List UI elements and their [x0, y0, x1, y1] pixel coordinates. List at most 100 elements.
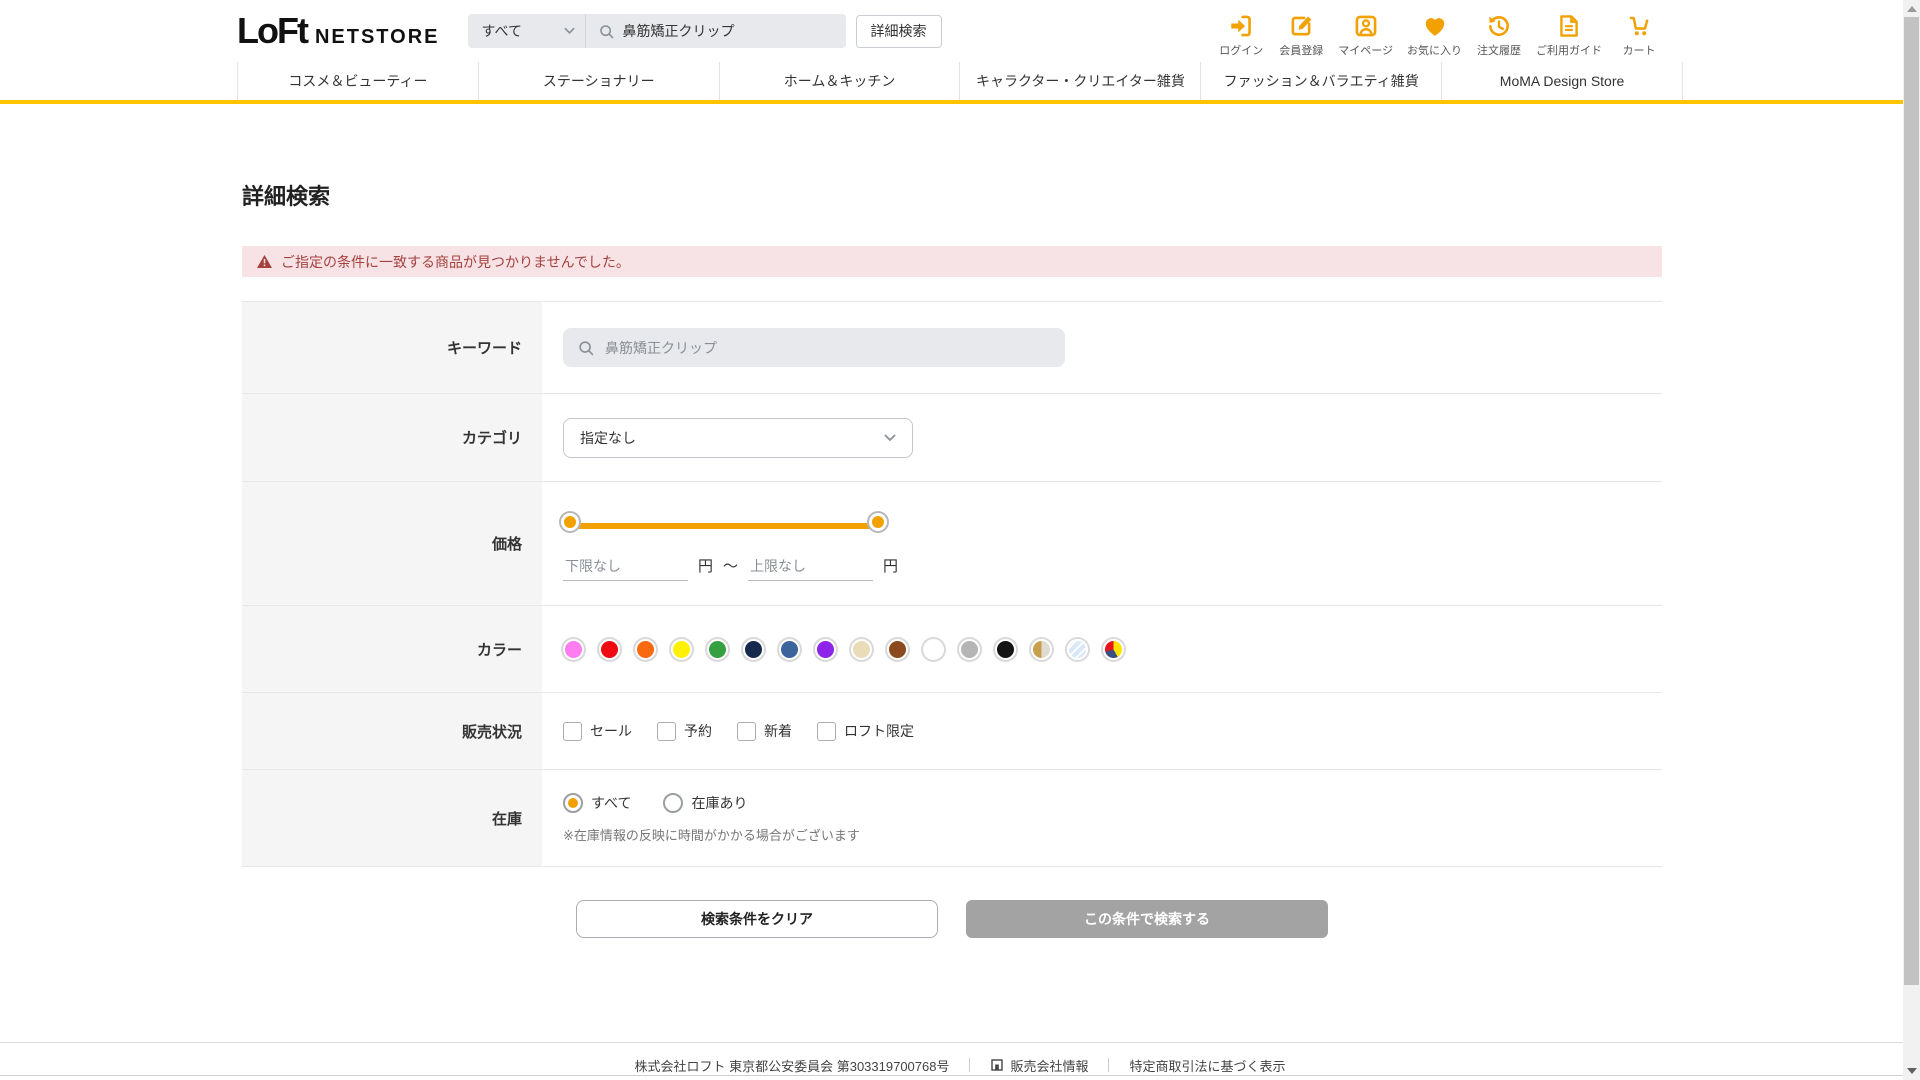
- sales-status-label: 販売状況: [242, 693, 542, 769]
- footer-commercial-law-label: 特定商取引法に基づく表示: [1129, 1058, 1286, 1074]
- cart-link[interactable]: カート: [1616, 13, 1662, 58]
- clear-conditions-button[interactable]: 検索条件をクリア: [576, 900, 938, 938]
- chevron-down-icon: [564, 27, 574, 35]
- category-row: カテゴリ 指定なし: [242, 394, 1662, 482]
- checkbox-reservation[interactable]: 予約: [657, 721, 712, 741]
- color-swatch-black[interactable]: [995, 638, 1016, 660]
- sales-status-row: 販売状況 セール 予約 新着 ロフト限定: [242, 693, 1662, 770]
- login-icon: [1231, 15, 1252, 37]
- sales-status-options: セール 予約 新着 ロフト限定: [563, 721, 1662, 741]
- keyword-input[interactable]: [605, 339, 1025, 356]
- stock-options: すべて 在庫あり: [563, 792, 1662, 813]
- color-swatch-purple[interactable]: [815, 638, 836, 660]
- logo-netstore-text: NETSTORE: [314, 26, 440, 48]
- page-title: 詳細検索: [242, 184, 331, 209]
- header-search-field: [586, 23, 846, 40]
- color-swatch-multicolor[interactable]: [1103, 638, 1124, 660]
- color-swatch-orange[interactable]: [635, 638, 656, 660]
- checkbox-sale-box[interactable]: [563, 721, 582, 741]
- checkbox-reservation-box[interactable]: [657, 721, 676, 741]
- price-max-input[interactable]: [748, 555, 874, 581]
- footer-divider: [1108, 1058, 1110, 1072]
- page-scrollbar[interactable]: [1903, 0, 1920, 1080]
- price-inputs: 円 ～ 円: [563, 555, 1662, 581]
- price-slider-track[interactable]: [563, 522, 885, 529]
- keyword-label: キーワード: [242, 302, 542, 393]
- building-icon: [991, 1059, 1004, 1071]
- favorites-link[interactable]: お気に入り: [1407, 13, 1462, 58]
- keyword-row: キーワード: [242, 302, 1662, 394]
- color-swatch-gray[interactable]: [959, 638, 980, 660]
- search-with-conditions-button[interactable]: この条件で検索する: [966, 900, 1328, 938]
- checkbox-loft-limited-label: ロフト限定: [844, 723, 914, 739]
- color-swatch-clear[interactable]: [1067, 638, 1088, 660]
- price-min-input[interactable]: [563, 555, 688, 581]
- checkbox-new-box[interactable]: [737, 721, 756, 741]
- footer-company-text: 株式会社ロフト 東京都公安委員会 第303319700768号: [634, 1058, 950, 1074]
- footer-commercial-law-link[interactable]: 特定商取引法に基づく表示: [1129, 1056, 1285, 1075]
- category-nav: コスメ＆ビューティー ステーショナリー ホーム＆キッチン キャラクター・クリエイ…: [237, 62, 1683, 100]
- color-swatch-brown[interactable]: [887, 638, 908, 660]
- stock-note: ※在庫情報の反映に時間がかかる場合がございます: [563, 827, 860, 843]
- error-banner: ご指定の条件に一致する商品が見つかりませんでした。: [242, 246, 1662, 277]
- color-swatch-pink[interactable]: [563, 638, 584, 660]
- radio-in-stock-circle[interactable]: [663, 792, 684, 813]
- order-history-link[interactable]: 注文履歴: [1476, 13, 1522, 58]
- logo-brand-text: LoFt: [237, 10, 309, 51]
- nav-fashion-variety[interactable]: ファッション＆バラエティ雑貨: [1200, 62, 1441, 100]
- nav-moma-design-store[interactable]: MoMA Design Store: [1441, 62, 1682, 100]
- color-swatch-gold-silver[interactable]: [1031, 638, 1052, 660]
- color-swatch-beige[interactable]: [851, 638, 872, 660]
- footer-seller-info-label: 販売会社情報: [1010, 1058, 1089, 1074]
- color-swatch-yellow[interactable]: [671, 638, 692, 660]
- order-history-label: 注文履歴: [1477, 45, 1521, 57]
- color-swatch-green[interactable]: [707, 638, 728, 660]
- login-link[interactable]: ログイン: [1218, 13, 1264, 58]
- price-min-unit: 円: [698, 557, 714, 575]
- radio-in-stock-label: 在庫あり: [691, 794, 748, 811]
- register-link[interactable]: 会員登録: [1278, 13, 1324, 58]
- header-search-category-select[interactable]: すべて: [468, 14, 586, 48]
- register-icon: [1291, 16, 1312, 36]
- header-search-bar: すべて: [467, 14, 846, 48]
- category-select[interactable]: 指定なし: [563, 417, 913, 458]
- checkbox-loft-limited-box[interactable]: [817, 721, 836, 741]
- nav-character-creator[interactable]: キャラクター・クリエイター雑貨: [959, 62, 1200, 100]
- keyword-input-wrapper: [563, 328, 1065, 367]
- footer-seller-info-link[interactable]: 販売会社情報: [990, 1056, 1088, 1075]
- header-search-input[interactable]: [622, 23, 843, 39]
- price-range-separator: ～: [723, 557, 739, 575]
- category-select-value: 指定なし: [580, 429, 636, 446]
- mypage-link[interactable]: マイページ: [1338, 13, 1393, 58]
- nav-home-kitchen[interactable]: ホーム＆キッチン: [718, 62, 960, 100]
- radio-in-stock[interactable]: 在庫あり: [663, 792, 748, 813]
- price-slider-handle-max[interactable]: [869, 512, 887, 531]
- scrollbar-up-arrow-icon[interactable]: [1907, 6, 1917, 12]
- scrollbar-down-arrow-icon[interactable]: [1907, 1068, 1917, 1074]
- radio-all-circle[interactable]: [563, 792, 583, 813]
- loft-logo[interactable]: LoFt NETSTORE: [237, 10, 440, 52]
- detail-search-button[interactable]: 詳細検索: [855, 14, 942, 48]
- checkbox-loft-limited[interactable]: ロフト限定: [817, 721, 914, 741]
- checkbox-sale[interactable]: セール: [563, 721, 632, 741]
- footer-divider: [969, 1058, 971, 1072]
- price-slider-handle-min[interactable]: [561, 512, 579, 531]
- register-label: 会員登録: [1279, 45, 1324, 57]
- nav-stationery[interactable]: ステーショナリー: [477, 62, 719, 100]
- guide-icon: [1560, 15, 1578, 37]
- checkbox-sale-label: セール: [590, 723, 632, 739]
- search-icon: [599, 24, 613, 38]
- nav-cosme-beauty[interactable]: コスメ＆ビューティー: [237, 62, 478, 100]
- color-swatch-blue[interactable]: [779, 638, 800, 660]
- color-swatch-red[interactable]: [599, 638, 620, 660]
- scrollbar-thumb[interactable]: [1904, 17, 1919, 985]
- radio-all-dot: [568, 797, 578, 808]
- radio-all[interactable]: すべて: [563, 792, 631, 813]
- header-search-category-value: すべて: [481, 23, 522, 39]
- price-row: 価格 円 ～ 円: [242, 482, 1662, 606]
- checkbox-new[interactable]: 新着: [737, 721, 792, 741]
- color-swatch-navy[interactable]: [743, 638, 764, 660]
- color-row: カラー: [242, 606, 1662, 693]
- color-swatch-white[interactable]: [923, 638, 944, 660]
- guide-link[interactable]: ご利用ガイド: [1536, 13, 1602, 58]
